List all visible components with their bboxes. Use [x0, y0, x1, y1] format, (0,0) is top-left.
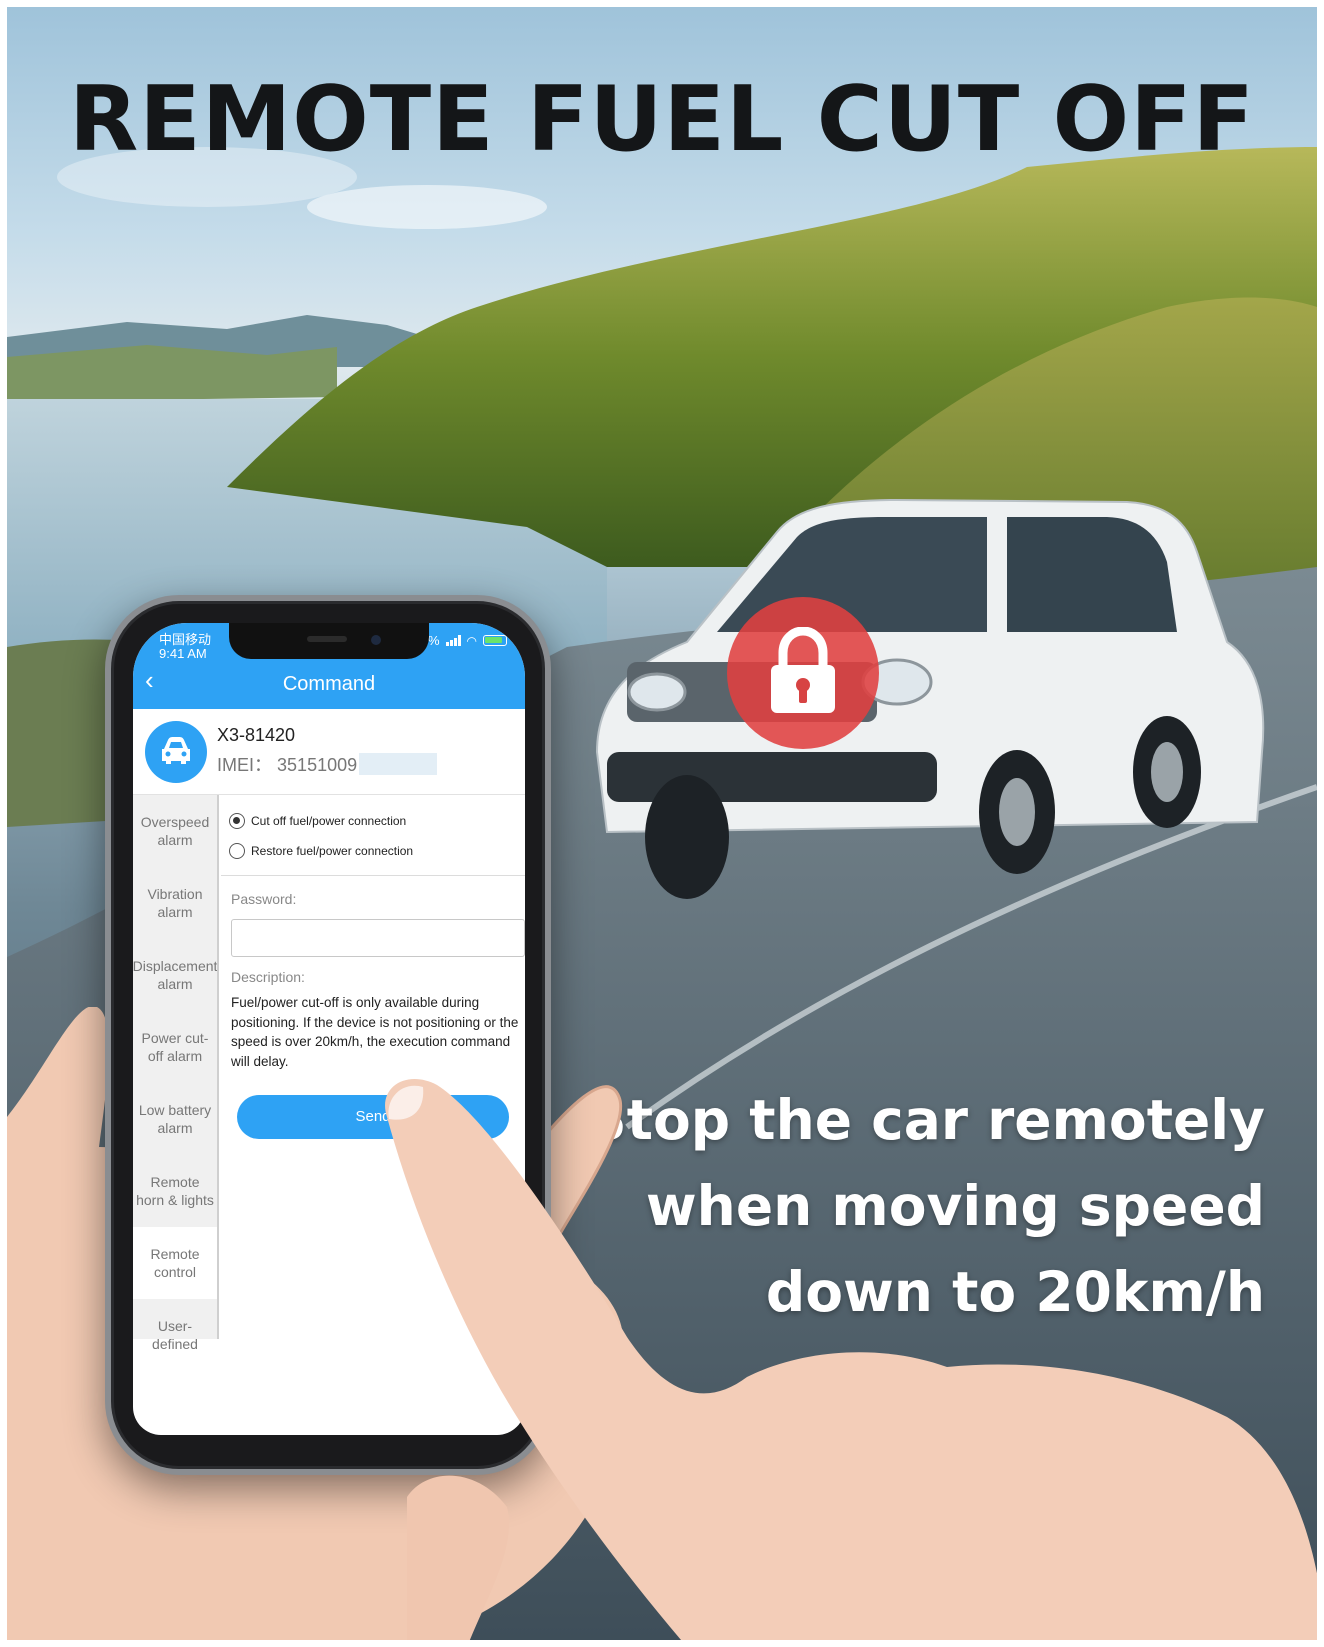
- padlock-icon: [771, 627, 835, 713]
- imei-label: IMEI：: [217, 755, 273, 775]
- battery-icon: [483, 635, 507, 646]
- sidebar-item-displacement[interactable]: Displacement alarm: [133, 939, 217, 1011]
- imei-value: 35151009: [277, 755, 358, 775]
- option-restore-label: Restore fuel/power connection: [251, 844, 414, 858]
- sidebar-item-user-defined[interactable]: User-defined: [133, 1299, 217, 1371]
- option-cut-off[interactable]: Cut off fuel/power connection: [229, 813, 406, 829]
- password-input[interactable]: [231, 919, 525, 957]
- pointing-hand: [385, 1079, 1317, 1640]
- sidebar-item-remote-horn[interactable]: Remote horn & lights: [133, 1155, 217, 1227]
- imei-redaction: [359, 753, 438, 775]
- device-name: X3-81420: [217, 725, 296, 745]
- sidebar-item-overspeed[interactable]: Overspeed alarm: [133, 795, 217, 867]
- phone-notch: [229, 623, 429, 659]
- sidebar-item-remote-control[interactable]: Remote control: [133, 1227, 217, 1299]
- page-title: Command: [282, 673, 376, 695]
- radio-cut-off[interactable]: [229, 813, 245, 829]
- headline: REMOTE FUEL CUT OFF: [68, 67, 1256, 172]
- radio-restore[interactable]: [229, 843, 245, 859]
- option-restore[interactable]: Restore fuel/power connection: [229, 843, 413, 859]
- carrier-label: 中国移动: [159, 632, 212, 647]
- avatar: [145, 721, 207, 783]
- divider: [221, 875, 525, 876]
- signal-icon: [445, 635, 461, 646]
- lock-badge: [727, 597, 879, 749]
- front-camera: [371, 635, 381, 645]
- car-illustration: [595, 498, 1265, 899]
- status-left: 中国移动 9:41 AM: [159, 633, 211, 661]
- speaker-grille: [307, 636, 347, 642]
- car-icon: [162, 737, 190, 764]
- password-label: Password:: [231, 891, 297, 907]
- sidebar-item-vibration[interactable]: Vibration alarm: [133, 867, 217, 939]
- status-time: 9:41 AM: [159, 646, 207, 661]
- command-sidebar: Overspeed alarm Vibration alarm Displace…: [133, 795, 219, 1352]
- hero-scene: REMOTE FUEL CUT OFF Stop the car remotel…: [7, 7, 1317, 1640]
- description-text: Fuel/power cut-off is only available dur…: [231, 995, 519, 1069]
- description-label: Description:: [231, 969, 305, 985]
- device-imei: IMEI： 35151009: [217, 751, 438, 777]
- option-cut-off-label: Cut off fuel/power connection: [251, 814, 407, 828]
- device-info: X3-81420 IMEI： 35151009: [133, 709, 525, 795]
- sidebar-item-power-cut-off[interactable]: Power cut-off alarm: [133, 1011, 217, 1083]
- wifi-icon: ◠: [466, 633, 477, 648]
- sidebar-item-low-battery[interactable]: Low battery alarm: [133, 1083, 217, 1155]
